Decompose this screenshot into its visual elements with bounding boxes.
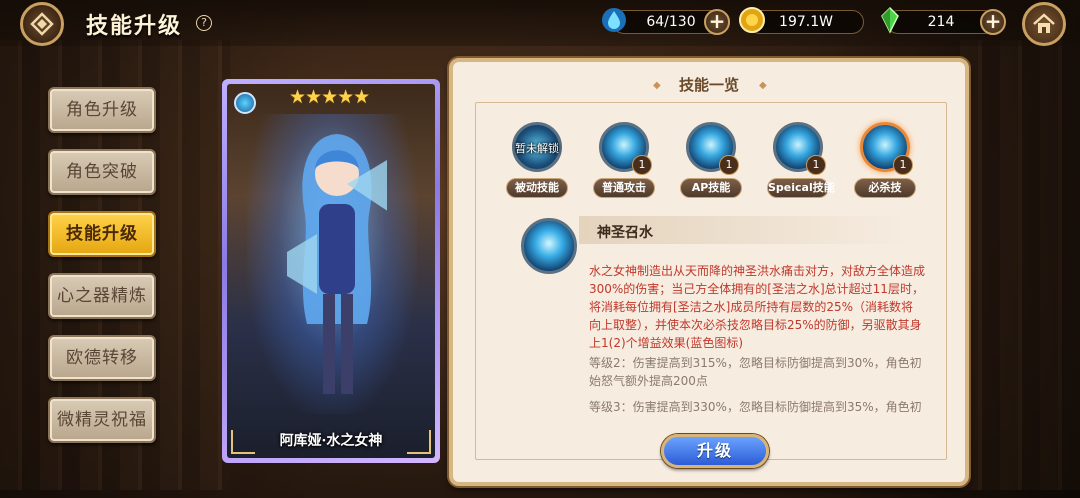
menu-character-upgrade[interactable]: 角色升级: [48, 87, 156, 133]
upgrade-button[interactable]: 升级: [661, 434, 769, 468]
back-diamond-icon: [30, 12, 54, 36]
normal-attack-icon: 1: [599, 122, 652, 175]
skill-description: 水之女神制造出从天而降的神圣洪水痛击对方，对敌方全体造成300%的伤害；当己方全…: [589, 264, 926, 350]
stamina-value: 64/130: [646, 14, 696, 30]
home-button[interactable]: [1022, 2, 1066, 46]
skill-level-badge: 1: [806, 155, 826, 175]
question-icon[interactable]: ?: [196, 15, 212, 31]
character-name: 阿库娅·水之女神: [279, 433, 383, 449]
skill-label: 被动技能: [506, 178, 568, 198]
menu-ode-transfer[interactable]: 欧德转移: [48, 335, 156, 381]
menu-skill-upgrade[interactable]: 技能升级: [48, 211, 156, 257]
character-card[interactable]: ★★★★★ 阿库娅·水之女神: [222, 79, 440, 463]
skill-normal-attack[interactable]: 1 普通攻击: [593, 122, 655, 198]
gold-coin-icon: [739, 7, 765, 33]
water-drop-icon: [602, 8, 626, 32]
skill-ap[interactable]: 1 AP技能: [680, 122, 742, 198]
ap-skill-icon: 1: [686, 122, 739, 175]
ultimate-skill-icon: 1: [860, 122, 913, 175]
skill-name: 神圣召水: [597, 225, 653, 241]
skill-level-2-text: 等级2：伤害提高到315%，忽略目标防御提高到30%，角色初始怒气额外提高200…: [589, 356, 922, 388]
gem-add-button[interactable]: +: [980, 9, 1006, 35]
menu-spirit-blessing[interactable]: 微精灵祝福: [48, 397, 156, 443]
skill-lock-text: 暂未解锁: [515, 142, 559, 155]
menu-heart-refine[interactable]: 心之器精炼: [48, 273, 156, 319]
skill-label: 必杀技: [854, 178, 916, 198]
character-card-art: ★★★★★ 阿库娅·水之女神: [227, 84, 435, 458]
green-crystal-icon: [881, 6, 899, 34]
skill-label: Speical技能: [767, 178, 835, 198]
top-bar: 技能升级 ? 64/130 + 197.1W 214 +: [0, 0, 1080, 46]
skill-passive[interactable]: 暂未解锁 被动技能: [506, 122, 568, 198]
skill-label: 普通攻击: [593, 178, 655, 198]
skill-special[interactable]: 1 Speical技能: [767, 122, 835, 198]
stamina-add-button[interactable]: +: [704, 9, 730, 35]
back-button[interactable]: [20, 2, 64, 46]
title-ornament-right: ◆: [759, 80, 767, 91]
gem-value: 214: [927, 14, 955, 30]
passive-skill-icon: 暂未解锁: [512, 122, 562, 172]
page-title: 技能升级: [86, 14, 183, 39]
gold-value: 197.1W: [779, 14, 833, 30]
skill-level-badge: 1: [719, 155, 739, 175]
home-icon: [1033, 13, 1055, 33]
menu-character-breakthrough[interactable]: 角色突破: [48, 149, 156, 195]
panel-title: 技能一览: [678, 76, 739, 94]
skill-level-badge: 1: [632, 155, 652, 175]
special-skill-icon: 1: [773, 122, 826, 175]
card-stars: ★★★★★: [289, 86, 370, 108]
selected-skill-icon: [521, 218, 577, 274]
character-portrait: [287, 134, 387, 394]
skill-level-3-text: 等级3：伤害提高到330%，忽略目标防御提高到35%，角色初始怒气额外提高400…: [589, 400, 922, 414]
skill-label: AP技能: [680, 178, 742, 198]
skill-panel: ◆ 技能一览 ◆ 暂未解锁 被动技能 1 普通攻击 1 AP技能 1 Speic…: [449, 58, 969, 486]
skill-level-badge: 1: [893, 155, 913, 175]
skill-ultimate[interactable]: 1 必杀技: [854, 122, 916, 198]
water-element-icon: [234, 92, 256, 114]
